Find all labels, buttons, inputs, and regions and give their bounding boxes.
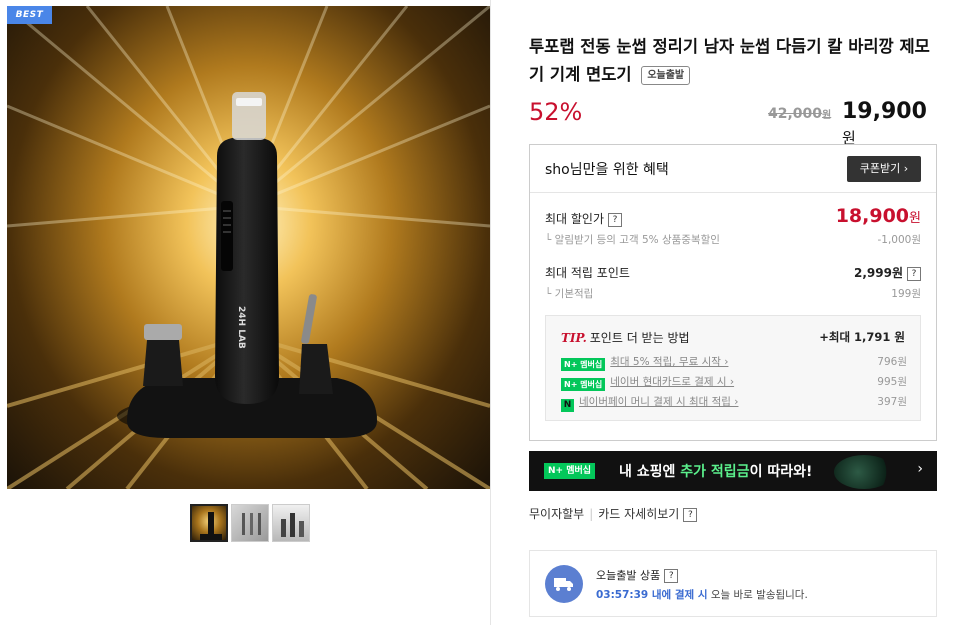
- sale-price: 19,900원: [842, 99, 939, 149]
- shipping-title: 오늘출발 상품?: [596, 567, 679, 583]
- thumbnail-2[interactable]: [231, 504, 269, 542]
- base-points-label: └ 기본적립: [545, 288, 594, 300]
- thumbnail-3[interactable]: [272, 504, 310, 542]
- sale-price-value: 19,900: [842, 99, 927, 124]
- alert-discount-value: -1,000원: [877, 234, 921, 246]
- max-points-label: 최대 적립 포인트: [545, 266, 630, 280]
- naver-plus-membership-badge: N+ 멤버십: [561, 378, 606, 391]
- banner-text-before: 내 쇼핑엔: [619, 464, 681, 480]
- help-icon[interactable]: ?: [683, 508, 698, 522]
- chevron-right-icon: ›: [917, 461, 923, 477]
- max-points-row: 최대 적립 포인트 2,999원?: [545, 264, 921, 281]
- thumbnail-1[interactable]: [190, 504, 228, 542]
- tip-title: TIP. 포인트 더 받는 방법: [561, 329, 690, 346]
- max-discount-unit: 원: [909, 211, 921, 226]
- main-product-image[interactable]: 24H LAB: [7, 6, 490, 489]
- tip-link-membership[interactable]: 최대 5% 적립, 무료 시작 ›: [610, 356, 728, 368]
- tip-link-hyundai-card[interactable]: 네이버 현대카드로 결제 시 ›: [610, 376, 734, 388]
- help-icon[interactable]: ?: [664, 569, 679, 583]
- tip-title-text: 포인트 더 받는 방법: [589, 331, 690, 345]
- original-price: 42,000원: [768, 106, 831, 122]
- thumbnail-set-icon: [281, 513, 304, 537]
- product-title: 투포랩 전동 눈썹 정리기 남자 눈썹 다듬기 칼 바리깡 제모기 기계 면도기…: [529, 33, 939, 89]
- membership-banner[interactable]: N+ 멤버십 내 쇼핑엔 추가 적립금이 따라와! ›: [529, 451, 937, 491]
- benefit-box: sho님만을 위한 혜택 쿠폰받기 › 최대 할인가? 18,900원 └ 알림…: [529, 144, 937, 441]
- naver-plus-membership-badge: N+ 멤버십: [544, 463, 596, 479]
- max-discount-row: 최대 할인가? 18,900원: [545, 205, 921, 227]
- benefit-header: sho님만을 위한 혜택 쿠폰받기 ›: [530, 145, 936, 193]
- truck-icon: [545, 565, 583, 603]
- shipping-countdown: 03:57:39 내에 결제 시: [596, 589, 708, 601]
- tip-total: +최대 1,791 원: [819, 330, 905, 344]
- tip-box: TIP. 포인트 더 받는 방법 +최대 1,791 원 N+ 멤버십 최대 5% …: [545, 315, 921, 421]
- thumbnail-parts-icon: [242, 513, 261, 535]
- base-points-row: └ 기본적립 199원: [545, 286, 921, 301]
- max-discount-value: 18,900: [835, 205, 910, 227]
- original-price-unit: 원: [822, 110, 832, 121]
- max-points-value-wrap: 2,999원?: [854, 264, 921, 281]
- tip-row-card: N+ 멤버십 네이버 현대카드로 결제 시 › 995원: [561, 374, 907, 391]
- discount-rate: 52%: [529, 98, 583, 126]
- naver-plus-membership-badge: N+ 멤버십: [561, 358, 606, 371]
- help-icon[interactable]: ?: [907, 267, 921, 281]
- tip-value: 995원: [877, 376, 907, 388]
- naver-pay-icon: N: [561, 399, 574, 412]
- device-brand-text: 24H LAB: [236, 306, 246, 349]
- tip-row-membership: N+ 멤버십 최대 5% 적립, 무료 시작 › 796원: [561, 354, 907, 371]
- thumbnail-list: [190, 504, 310, 542]
- max-discount-price: 18,900원: [836, 205, 921, 227]
- tip-link-npay-money[interactable]: 네이버페이 머니 결제 시 최대 적립 ›: [579, 396, 738, 408]
- banner-text-after: 이 따라와!: [749, 464, 813, 480]
- tip-word: TIP.: [561, 331, 587, 345]
- payment-links: 무이자할부 | 카드 자세히보기?: [529, 505, 698, 522]
- original-price-value: 42,000: [768, 106, 823, 122]
- alert-discount-row: └ 알림받기 등의 고객 5% 상품중복할인 -1,000원: [545, 232, 921, 247]
- product-photo-illustration: 24H LAB: [7, 6, 490, 489]
- base-points-value: 199원: [891, 288, 921, 300]
- shipping-box: 오늘출발 상품? 03:57:39 내에 결제 시 오늘 바로 발송됩니다.: [529, 550, 937, 617]
- banner-text: 내 쇼핑엔 추가 적립금이 따라와!: [619, 461, 812, 481]
- max-points-value: 2,999원: [854, 266, 903, 280]
- benefit-title: sho님만을 위한 혜택: [545, 162, 669, 178]
- coupon-button[interactable]: 쿠폰받기 ›: [847, 156, 921, 182]
- tip-value: 397원: [877, 396, 907, 408]
- thumbnail-product-icon: [200, 512, 222, 540]
- today-ship-tag: 오늘출발: [641, 66, 691, 85]
- max-discount-label: 최대 할인가: [545, 212, 605, 226]
- alert-discount-label: └ 알림받기 등의 고객 5% 상품중복할인: [545, 234, 720, 246]
- shipping-title-text: 오늘출발 상품: [596, 569, 661, 582]
- shipping-desc: 03:57:39 내에 결제 시 오늘 바로 발송됩니다.: [596, 587, 808, 602]
- help-icon[interactable]: ?: [608, 213, 623, 227]
- coin-icon: [834, 455, 894, 489]
- product-title-text: 투포랩 전동 눈썹 정리기 남자 눈썹 다듬기 칼 바리깡 제모기 기계 면도기: [529, 37, 930, 84]
- card-detail-link[interactable]: 카드 자세히보기: [598, 507, 679, 521]
- banner-text-highlight: 추가 적립금: [680, 464, 750, 480]
- divider: |: [589, 507, 594, 521]
- shipping-desc-rest: 오늘 바로 발송됩니다.: [707, 589, 808, 601]
- tip-row-npay: N 네이버페이 머니 결제 시 최대 적립 › 397원: [561, 394, 907, 412]
- product-gallery: 24H LAB BEST: [0, 0, 491, 625]
- installment-link[interactable]: 무이자할부: [529, 507, 584, 521]
- best-badge: BEST: [7, 6, 52, 24]
- tip-value: 796원: [877, 356, 907, 368]
